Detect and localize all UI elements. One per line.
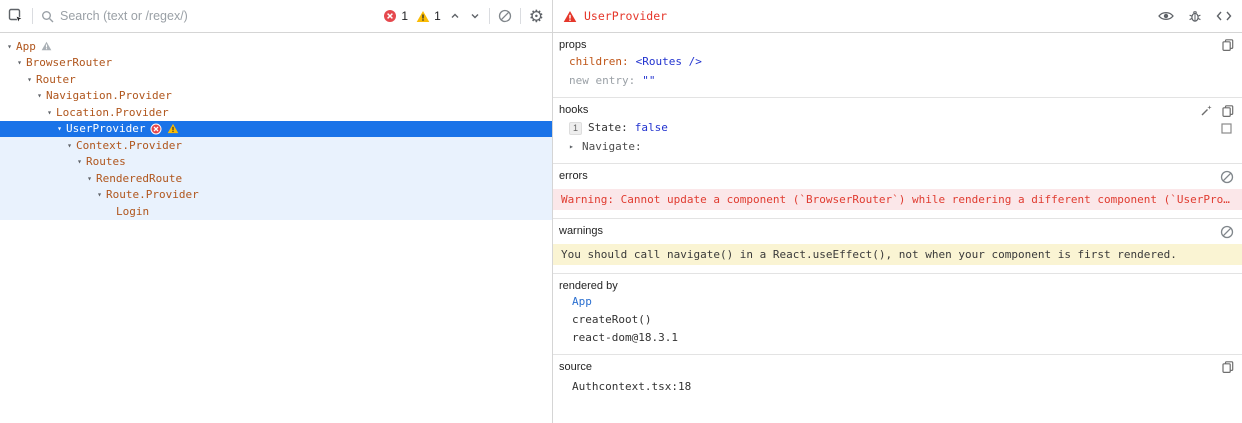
warnings-heading: warnings — [559, 225, 604, 237]
toolbar-separator — [488, 8, 490, 24]
props-heading: props — [559, 39, 587, 51]
warning-message[interactable]: You should call navigate() in a React.us… — [553, 244, 1242, 265]
expand-arrow-icon[interactable]: ▾ — [94, 190, 105, 199]
prop-value[interactable]: <Routes /> — [636, 54, 702, 70]
component-name: Location.Provider — [56, 105, 169, 119]
copy-props-icon[interactable] — [1222, 39, 1234, 51]
component-tree: ▾ App ▾ BrowserRouter ▾ Router ▾ Navigat… — [0, 33, 552, 423]
tree-toolbar: 1 1 ⚙ — [0, 0, 552, 33]
hook-index-badge: 1 — [569, 121, 582, 135]
warning-muted-icon — [41, 41, 52, 51]
prop-row-new-entry[interactable]: new entry: "" — [559, 73, 1234, 89]
expand-arrow-icon[interactable]: ▾ — [4, 42, 15, 51]
search-box — [41, 9, 376, 23]
source-file-link[interactable]: Authcontext.tsx:18 — [559, 380, 1234, 393]
expand-arrow-icon[interactable]: ▾ — [44, 108, 55, 117]
errors-heading: errors — [559, 170, 588, 182]
tree-row-login[interactable]: Login — [0, 203, 552, 220]
component-name: Route.Provider — [106, 188, 199, 202]
component-name: Login — [116, 204, 150, 218]
component-name: Context.Provider — [76, 138, 182, 152]
expand-arrow-icon[interactable]: ▾ — [34, 91, 45, 100]
rendered-by-section: rendered by App createRoot() react-dom@1… — [553, 274, 1242, 355]
tree-row-location-provider[interactable]: ▾ Location.Provider — [0, 104, 552, 121]
source-heading: source — [559, 361, 593, 373]
component-name: Navigation.Provider — [46, 89, 172, 103]
expand-arrow-icon[interactable]: ▾ — [24, 75, 35, 84]
tree-row-userprovider-selected[interactable]: ▾ UserProvider — [0, 120, 552, 137]
component-name: RenderedRoute — [96, 171, 183, 185]
tree-row-browserrouter[interactable]: ▾ BrowserRouter — [0, 55, 552, 72]
clear-errors-section-icon[interactable] — [1220, 170, 1234, 184]
clear-warnings-section-icon[interactable] — [1220, 225, 1234, 239]
react-devtools-components-panel: 1 1 ⚙ ▾ App — [0, 0, 1242, 423]
hook-checkbox-icon[interactable] — [1221, 122, 1232, 134]
parse-hook-names-wand-icon[interactable] — [1200, 104, 1213, 117]
search-input[interactable] — [60, 9, 376, 23]
next-error-chevron-down-icon[interactable] — [469, 10, 481, 22]
component-name: Router — [36, 72, 76, 86]
search-icon — [41, 10, 54, 23]
copy-hooks-icon[interactable] — [1222, 104, 1234, 117]
error-circle-icon — [150, 123, 162, 135]
view-source-code-icon[interactable] — [1216, 10, 1232, 22]
warning-triangle-icon — [167, 123, 179, 134]
tree-row-context-provider[interactable]: ▾ Context.Provider — [0, 137, 552, 154]
hook-row-navigate[interactable]: ▸ Navigate: — [559, 139, 1234, 155]
error-count: 1 — [401, 9, 409, 23]
error-warning-triangle-icon — [563, 10, 577, 23]
component-name: BrowserRouter — [26, 56, 113, 70]
hook-name: State: — [588, 121, 628, 134]
hooks-heading: hooks — [559, 104, 589, 116]
hook-name: Navigate: — [582, 140, 642, 153]
prop-row-children[interactable]: children: <Routes /> — [559, 54, 1234, 70]
inspect-dom-eye-icon[interactable] — [1158, 10, 1174, 22]
tree-row-app[interactable]: ▾ App — [0, 38, 552, 55]
expand-arrow-icon[interactable]: ▾ — [64, 141, 75, 150]
source-section: source Authcontext.tsx:18 — [553, 355, 1242, 401]
rendered-by-item: react-dom@18.3.1 — [572, 331, 678, 344]
tree-row-renderedroute[interactable]: ▾ RenderedRoute — [0, 170, 552, 187]
toolbar-separator — [32, 8, 33, 24]
new-entry-value[interactable]: "" — [642, 73, 655, 89]
expand-arrow-icon[interactable]: ▾ — [84, 174, 95, 183]
component-tree-panel: 1 1 ⚙ ▾ App — [0, 0, 553, 423]
tree-row-route-provider[interactable]: ▾ Route.Provider — [0, 186, 552, 203]
tree-row-routes[interactable]: ▾ Routes — [0, 153, 552, 170]
previous-error-chevron-up-icon[interactable] — [449, 10, 461, 22]
component-name: UserProvider — [66, 122, 146, 136]
warning-count: 1 — [434, 9, 441, 23]
error-message[interactable]: Warning: Cannot update a component (`Bro… — [553, 189, 1242, 210]
tree-row-navigation-provider[interactable]: ▾ Navigation.Provider — [0, 88, 552, 105]
warnings-section: warnings You should call navigate() in a… — [553, 219, 1242, 274]
props-section: props children: <Routes /> new entry: "" — [553, 33, 1242, 98]
new-entry-key: new entry: — [569, 74, 636, 87]
tree-row-router[interactable]: ▾ Router — [0, 71, 552, 88]
inspect-element-icon[interactable] — [8, 8, 24, 24]
rendered-by-item: createRoot() — [572, 313, 652, 326]
log-component-bug-icon[interactable] — [1188, 9, 1202, 23]
component-inspector-panel: UserProvider props children: <Routes /> … — [553, 0, 1242, 423]
hook-value[interactable]: false — [635, 120, 668, 136]
toolbar-separator — [519, 8, 521, 24]
collapsed-arrow-icon[interactable]: ▸ — [569, 139, 577, 155]
prop-key: children: — [569, 55, 629, 68]
errors-section: errors Warning: Cannot update a componen… — [553, 164, 1242, 219]
expand-arrow-icon[interactable]: ▾ — [54, 124, 65, 133]
selected-component-title: UserProvider — [584, 9, 668, 23]
clear-errors-icon[interactable] — [498, 9, 512, 23]
component-name: Routes — [86, 155, 126, 169]
error-badge-icon[interactable] — [383, 9, 397, 23]
hook-row-state[interactable]: 1 State: false — [559, 120, 1234, 136]
rendered-by-owner-link[interactable]: App — [559, 294, 1234, 310]
warning-badge-icon[interactable] — [416, 10, 430, 23]
copy-source-icon[interactable] — [1222, 361, 1234, 373]
settings-gear-icon[interactable]: ⚙ — [529, 8, 544, 25]
rendered-by-heading: rendered by — [559, 280, 618, 292]
component-name: App — [16, 39, 36, 53]
hooks-section: hooks 1 State: false ▸ Navigate: — [553, 98, 1242, 164]
expand-arrow-icon[interactable]: ▾ — [14, 58, 25, 67]
expand-arrow-icon[interactable]: ▾ — [74, 157, 85, 166]
inspector-header: UserProvider — [553, 0, 1242, 33]
